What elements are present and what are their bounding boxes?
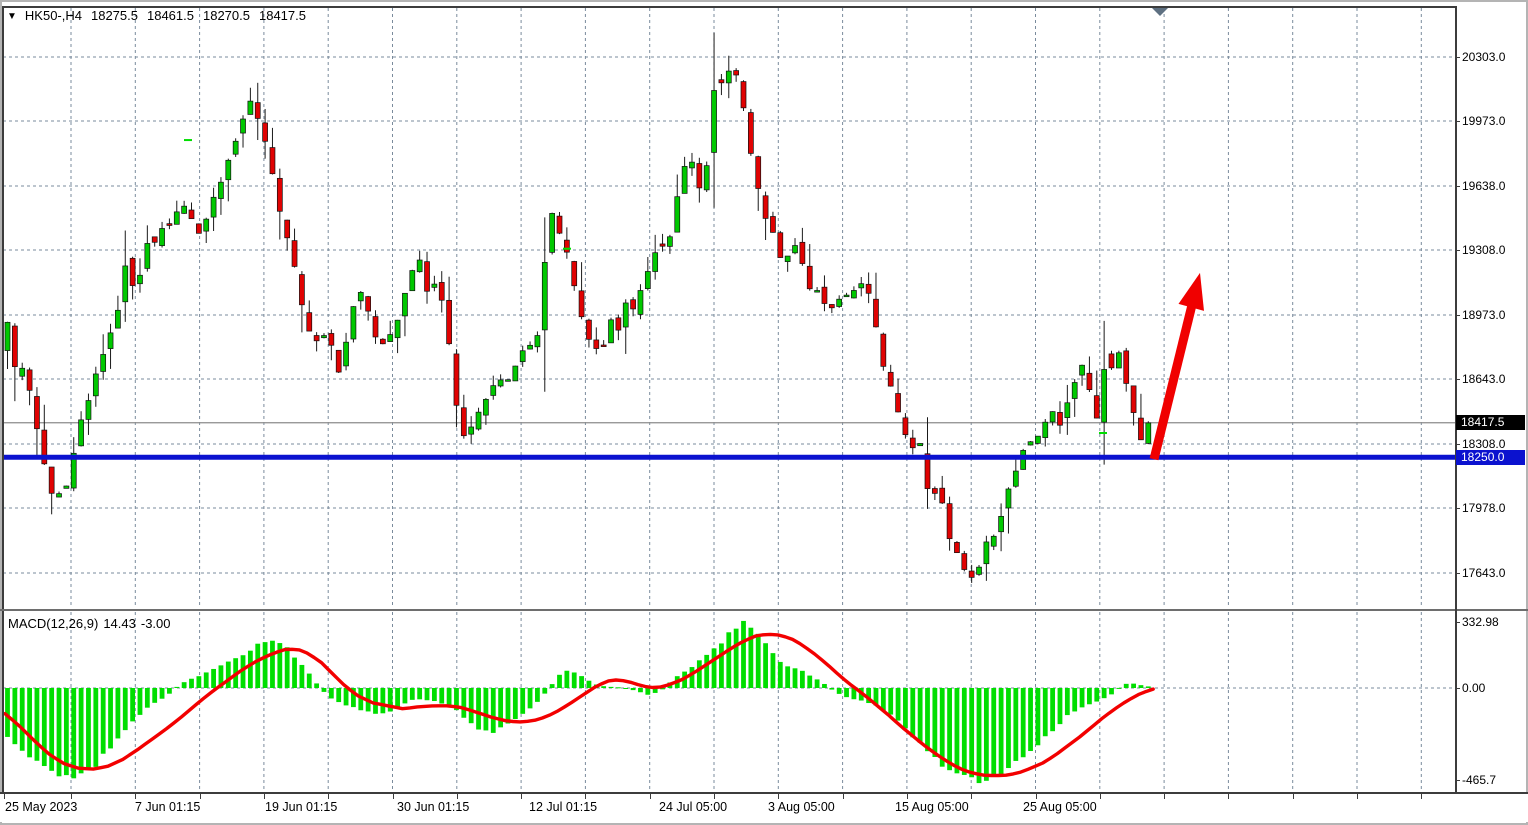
time-axis[interactable]: 25 May 2023 7 Jun 01:15 19 Jun 01:15 30 Jun… [0, 792, 1528, 822]
macd-signal-value: -3.00 [141, 616, 171, 631]
price-axis-tick [1455, 379, 1460, 380]
time-axis-tick [1036, 794, 1037, 799]
time-axis-tick [393, 794, 394, 799]
time-axis-label: 15 Aug 05:00 [895, 800, 969, 814]
time-axis-tick [457, 794, 458, 799]
pane-divider[interactable] [0, 609, 1528, 611]
time-axis-tick [1164, 794, 1165, 799]
price-axis-tick [1455, 250, 1460, 251]
price-axis-label: 19308.0 [1462, 243, 1505, 257]
indicator-axis-tick [1455, 780, 1460, 781]
time-axis-label: 19 Jun 01:15 [265, 800, 337, 814]
ohlc-low: 18270.5 [203, 8, 250, 23]
time-axis-tick [971, 794, 972, 799]
time-axis-label: 3 Aug 05:00 [768, 800, 835, 814]
time-axis-tick [135, 794, 136, 799]
price-axis-label: 17978.0 [1462, 501, 1505, 515]
indicator-axis-tick [1455, 622, 1460, 623]
indicator-axis-label: -465.7 [1462, 773, 1496, 787]
time-axis-tick [1357, 794, 1358, 799]
time-axis-tick [714, 794, 715, 799]
ohlc-open: 18275.5 [91, 8, 138, 23]
level-price-badge: 18250.0 [1456, 450, 1525, 465]
macd-main-value: 14.43 [103, 616, 136, 631]
candlesticks [5, 71, 1151, 578]
time-axis-label: 24 Jul 05:00 [659, 800, 727, 814]
time-axis-tick [1100, 794, 1101, 799]
time-axis-separator [0, 792, 1528, 794]
ohlc-header: ▼ HK50-,H4 18275.5 18461.5 18270.5 18417.5 [7, 8, 315, 23]
indicator-axis-tick [1455, 688, 1460, 689]
time-axis-tick [1293, 794, 1294, 799]
indicator-axis[interactable]: 332.98 0.00 -465.7 [1456, 609, 1526, 791]
time-axis-tick [1421, 794, 1422, 799]
chart-shift-marker-icon[interactable] [1152, 8, 1168, 16]
macd-name: MACD(12,26,9) [8, 616, 98, 631]
price-axis-tick [1455, 315, 1460, 316]
price-axis-tick [1455, 508, 1460, 509]
time-axis-label: 12 Jul 01:15 [529, 800, 597, 814]
buy-arrow-annotation[interactable] [1154, 273, 1204, 459]
plot-left-border [2, 6, 4, 792]
time-axis-tick [843, 794, 844, 799]
time-axis-label: 25 May 2023 [5, 800, 77, 814]
ohlc-high: 18461.5 [147, 8, 194, 23]
time-axis-tick [4, 794, 5, 799]
time-axis-tick [778, 794, 779, 799]
time-axis-label: 25 Aug 05:00 [1023, 800, 1097, 814]
price-axis-label: 18643.0 [1462, 372, 1505, 386]
time-axis-tick [585, 794, 586, 799]
indicator-axis-label: 332.98 [1462, 615, 1499, 629]
price-axis-label: 18973.0 [1462, 308, 1505, 322]
price-axis[interactable]: 20303.0 19973.0 19638.0 19308.0 18973.0 18643… [1456, 0, 1526, 609]
time-axis-tick [907, 794, 908, 799]
price-axis-tick [1455, 573, 1460, 574]
time-axis-tick [1228, 794, 1229, 799]
chart-window: ▼ HK50-,H4 18275.5 18461.5 18270.5 18417.5 MA… [0, 0, 1528, 825]
price-axis-label: 20303.0 [1462, 50, 1505, 64]
time-axis-tick [650, 794, 651, 799]
time-axis-tick [71, 794, 72, 799]
current-price-badge: 18417.5 [1456, 415, 1525, 430]
macd-indicator-label: MACD(12,26,9) 14.43 -3.00 [8, 616, 176, 631]
symbol-dropdown-icon[interactable]: ▼ [7, 11, 17, 22]
time-axis-tick [200, 794, 201, 799]
candle-wicks [8, 33, 1149, 583]
chart-plot-area[interactable] [3, 0, 1455, 791]
time-axis-tick [328, 794, 329, 799]
price-axis-tick [1455, 121, 1460, 122]
price-axis-tick [1455, 186, 1460, 187]
price-axis-label: 19973.0 [1462, 114, 1505, 128]
indicator-axis-label: 0.00 [1462, 681, 1485, 695]
symbol-period-label: HK50-,H4 [25, 8, 82, 23]
time-axis-label: 30 Jun 01:15 [397, 800, 469, 814]
time-axis-tick [264, 794, 265, 799]
price-axis-tick [1455, 57, 1460, 58]
time-axis-tick [521, 794, 522, 799]
time-axis-label: 7 Jun 01:15 [135, 800, 200, 814]
macd-histogram [5, 621, 1151, 783]
ohlc-close: 18417.5 [259, 8, 306, 23]
price-axis-label: 17643.0 [1462, 566, 1505, 580]
price-axis-label: 19638.0 [1462, 179, 1505, 193]
price-axis-tick [1455, 444, 1460, 445]
